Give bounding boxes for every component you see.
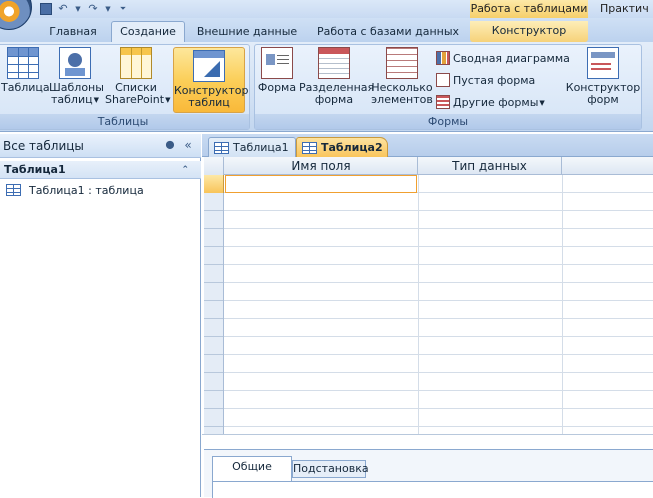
tab-lookup[interactable]: Подстановка (292, 460, 369, 478)
save-icon[interactable] (40, 3, 52, 15)
ribbon-tabs: Главная Создание Внешние данные Работа с… (0, 18, 653, 42)
multiple-items-button[interactable]: Несколько элементов (371, 47, 433, 106)
title-bar: ↶ ▼ ↷ ▼ ⏷ Работа с таблицами Практич (0, 0, 653, 30)
forms-group: Форма Разделенная форма Несколько элемен… (254, 44, 642, 130)
split-form-icon (318, 47, 350, 79)
form-design-icon (587, 47, 619, 79)
field-properties-pane: Общие Подстановка (204, 449, 653, 498)
nav-pane-title: Все таблицы (3, 139, 84, 153)
table-button[interactable]: Таблица (1, 47, 50, 94)
table-design-button[interactable]: Конструктор таблиц (173, 47, 248, 113)
redo-dropdown-icon[interactable]: ▼ (104, 2, 112, 16)
pivot-chart-icon (436, 51, 450, 65)
document-tabs: Таблица1 Таблица2 (202, 134, 653, 157)
table-design-icon (193, 50, 225, 82)
grid-bottom-area (202, 434, 653, 449)
doc-tab-table1[interactable]: Таблица1 (208, 137, 296, 157)
document-area: Таблица1 Таблица2 Имя поля Тип данных Об… (202, 134, 653, 498)
row-selector-column[interactable] (204, 175, 224, 434)
table-icon (302, 142, 317, 154)
more-forms-icon (436, 95, 450, 109)
form-button[interactable]: Форма (257, 47, 297, 94)
window-title: Практич (600, 2, 649, 15)
column-header-field-name[interactable]: Имя поля (225, 157, 418, 175)
undo-dropdown-icon[interactable]: ▼ (74, 2, 82, 16)
tab-database-tools[interactable]: Работа с базами данных (310, 23, 466, 42)
dropdown-arrow-icon: ▼ (539, 99, 545, 107)
quick-access-toolbar: ↶ ▼ ↷ ▼ ⏷ (40, 1, 130, 17)
grid-header: Имя поля Тип данных (204, 157, 653, 175)
nav-group-header[interactable]: Таблица1 ⌃ (0, 161, 201, 179)
form-design-button[interactable]: Конструктор форм (565, 47, 641, 106)
multiple-items-icon (386, 47, 418, 79)
navigation-pane: Все таблицы ⬤ « Таблица1 ⌃ Таблица1 : та… (0, 134, 201, 497)
doc-tab-table2[interactable]: Таблица2 (296, 137, 388, 157)
collapse-pane-icon[interactable]: « (181, 138, 195, 152)
table-icon (214, 142, 229, 154)
column-divider (418, 175, 419, 434)
field-properties-body (212, 481, 653, 498)
current-row-selector[interactable] (204, 175, 224, 193)
redo-icon[interactable]: ↷ (86, 2, 100, 16)
forms-group-label: Формы (255, 114, 641, 129)
nav-pane-header[interactable]: Все таблицы ⬤ « (0, 134, 201, 158)
split-form-button[interactable]: Разделенная форма (299, 47, 374, 106)
grid-corner (204, 157, 224, 175)
tab-design[interactable]: Конструктор (470, 21, 588, 42)
sharepoint-lists-button[interactable]: Списки SharePoint▼ (105, 47, 171, 106)
nav-item-table1[interactable]: Таблица1 : таблица (6, 182, 144, 200)
more-forms-button[interactable]: Другие формы▼ (436, 93, 545, 113)
chevron-up-icon[interactable]: ⌃ (181, 161, 189, 179)
ribbon: Таблица Шаблоны таблиц▼ Списки SharePoin… (0, 42, 653, 132)
tab-external-data[interactable]: Внешние данные (188, 23, 306, 42)
column-divider (562, 175, 563, 434)
undo-icon[interactable]: ↶ (56, 2, 70, 16)
dropdown-arrow-icon: ▼ (93, 96, 99, 104)
field-name-cell[interactable] (225, 175, 417, 193)
form-icon (261, 47, 293, 79)
tab-home[interactable]: Главная (38, 23, 108, 42)
pivot-chart-button[interactable]: Сводная диаграмма (436, 49, 570, 69)
design-grid[interactable]: Имя поля Тип данных (204, 157, 653, 434)
blank-form-button[interactable]: Пустая форма (436, 71, 535, 91)
tab-create[interactable]: Создание (111, 21, 185, 42)
tables-group: Таблица Шаблоны таблиц▼ Списки SharePoin… (0, 44, 250, 130)
table-templates-icon (59, 47, 91, 79)
dropdown-arrow-icon: ▼ (165, 96, 171, 104)
nav-menu-dropdown-icon[interactable]: ⬤ (163, 138, 177, 152)
table-icon (7, 47, 39, 79)
sharepoint-lists-icon (120, 47, 152, 79)
tables-group-label: Таблицы (0, 114, 249, 129)
blank-form-icon (436, 73, 450, 87)
column-header-data-type[interactable]: Тип данных (418, 157, 562, 175)
table-templates-button[interactable]: Шаблоны таблиц▼ (49, 47, 104, 106)
tab-general[interactable]: Общие (212, 456, 292, 482)
customize-qat-icon[interactable]: ⏷ (116, 2, 130, 16)
context-tab-header: Работа с таблицами (470, 0, 588, 18)
table-icon (6, 184, 21, 196)
